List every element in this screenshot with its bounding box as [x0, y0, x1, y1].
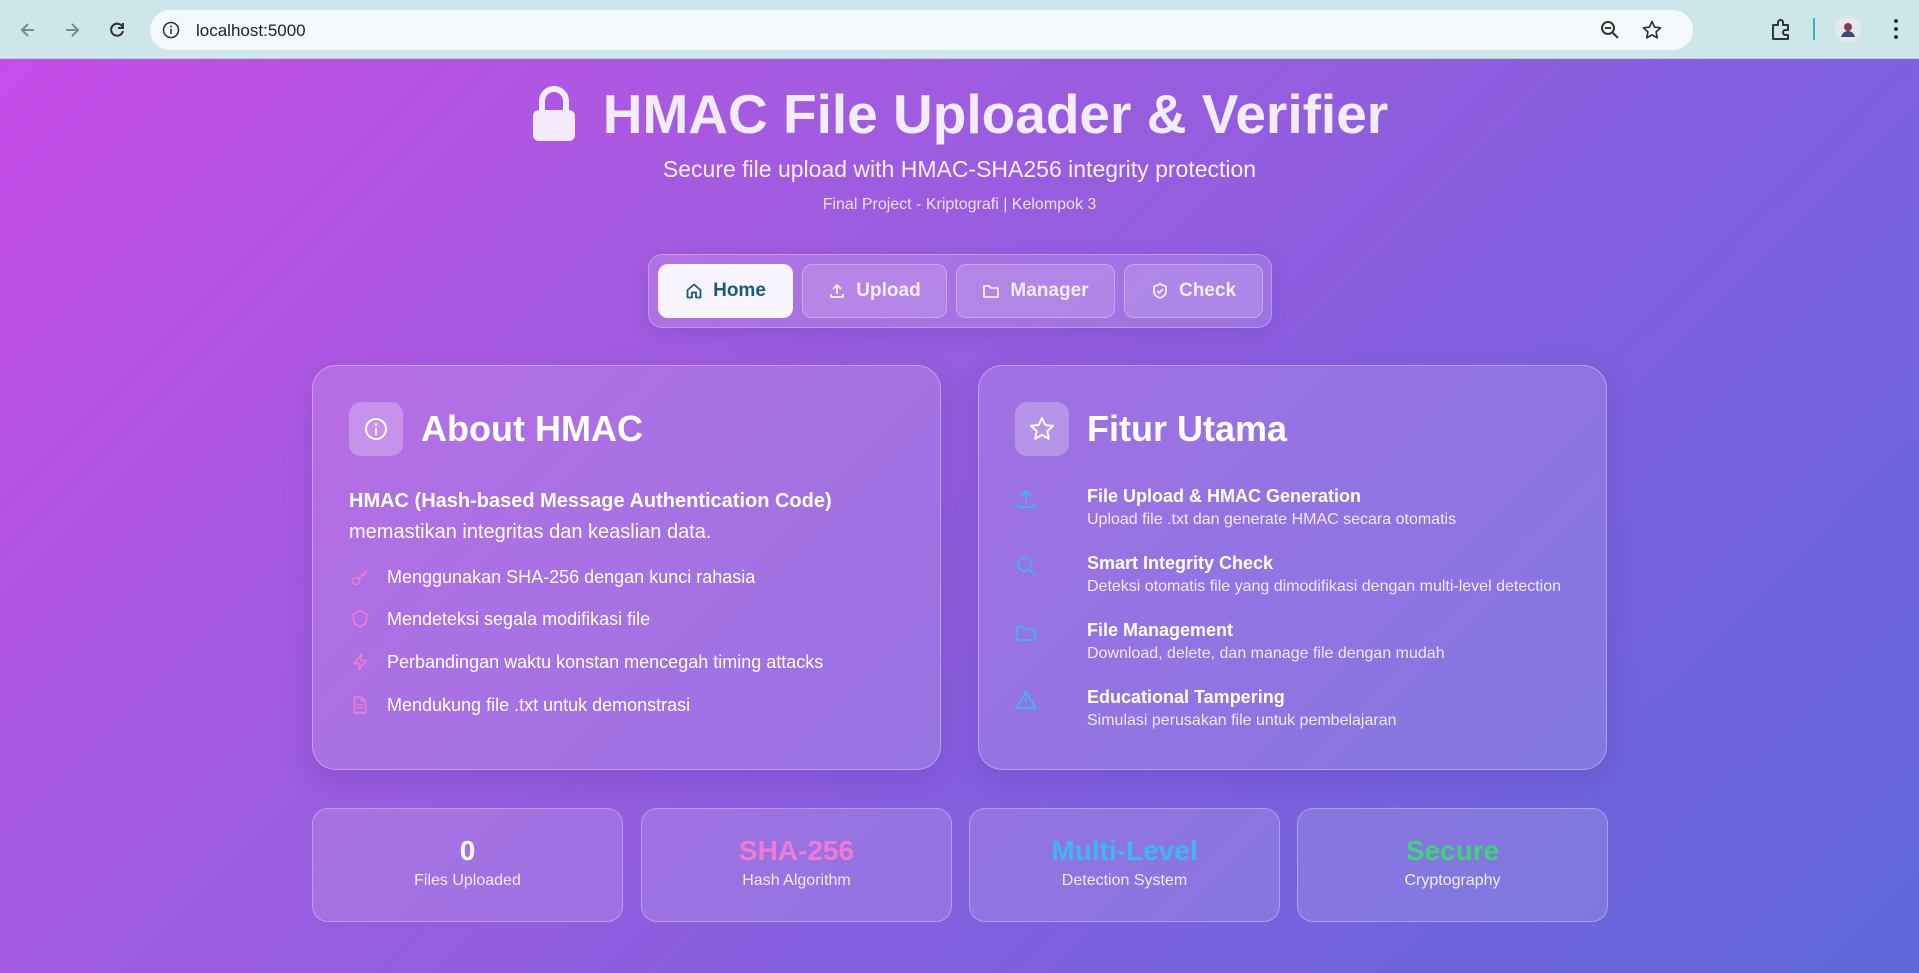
feature-title: File Upload & HMAC Generation: [1087, 486, 1362, 506]
stat-label: Detection System: [1061, 872, 1188, 889]
about-item-text: Mendeteksi segala modifikasi file: [387, 608, 651, 629]
stat-value: Secure: [1405, 835, 1500, 866]
page-body: HMAC File Uploader & Verifier Secure fil…: [0, 59, 1919, 973]
feature-desc: Deteksi otomatis file yang dimodifikasi …: [1087, 578, 1562, 595]
stat-label: Cryptography: [1404, 872, 1501, 889]
feature-desc: Simulasi perusakan file untuk pembelajar…: [1087, 712, 1397, 729]
nav-home-label: Home: [713, 280, 766, 301]
document-icon: [349, 694, 371, 716]
nav-check-label: Check: [1178, 280, 1237, 301]
nav-manager-label: Manager: [1010, 280, 1089, 301]
nav-upload-label: Upload: [856, 280, 921, 301]
profile-avatar[interactable]: [1835, 16, 1861, 42]
menu-icon[interactable]: [1886, 16, 1906, 42]
browser-toolbar: localhost:5000: [0, 0, 1919, 59]
folder-icon: [1015, 622, 1039, 646]
site-info-icon[interactable]: [160, 19, 182, 41]
about-item-text: Perbandingan waktu konstan mencegah timi…: [387, 651, 824, 672]
about-title: About HMAC: [421, 408, 643, 449]
key-icon: [349, 566, 371, 588]
warning-icon: [1015, 689, 1039, 713]
home-icon: [686, 283, 702, 299]
extensions-icon[interactable]: [1768, 17, 1794, 43]
bookmark-star-icon[interactable]: [1641, 19, 1663, 41]
stat-value: Multi-Level: [1051, 835, 1198, 866]
stat-cryptography: Secure Cryptography: [1297, 808, 1608, 922]
reload-button[interactable]: [101, 14, 133, 46]
list-item: Mendukung file .txt untuk demonstrasi: [349, 690, 909, 720]
forward-button[interactable]: [56, 14, 88, 46]
list-item: Perbandingan waktu konstan mencegah timi…: [349, 647, 909, 677]
page-title-text: HMAC File Uploader & Verifier: [602, 83, 1389, 145]
stat-label: Hash Algorithm: [742, 872, 851, 889]
about-lead-bold: HMAC (Hash-based Message Authentication …: [349, 490, 832, 512]
address-bar[interactable]: localhost:5000: [150, 10, 1693, 50]
reload-icon: [110, 22, 124, 37]
feature-title: Smart Integrity Check: [1087, 553, 1274, 573]
feature-title: File Management: [1087, 620, 1234, 640]
shield-check-icon: [1153, 283, 1167, 299]
stat-detection-system: Multi-Level Detection System: [969, 808, 1280, 922]
nav-upload-button[interactable]: Upload: [802, 264, 947, 318]
back-button[interactable]: [12, 14, 44, 46]
nav-manager-button[interactable]: Manager: [956, 264, 1115, 318]
star-icon: [1015, 402, 1069, 456]
list-item: Menggunakan SHA-256 dengan kunci rahasia: [349, 562, 909, 592]
page-subtitle: Secure file upload with HMAC-SHA256 inte…: [662, 156, 1257, 182]
folder-icon: [983, 285, 1000, 298]
about-lead-rest: memastikan integritas dan keaslian data.: [349, 521, 712, 543]
stat-hash-algorithm: SHA-256 Hash Algorithm: [641, 808, 952, 922]
project-info: Final Project - Kriptografi | Kelompok 3: [822, 196, 1097, 213]
upload-icon: [830, 284, 845, 298]
list-item: Mendeteksi segala modifikasi file: [349, 604, 909, 634]
about-card: About HMAC HMAC (Hash-based Message Auth…: [312, 365, 941, 770]
shield-icon: [349, 608, 371, 630]
info-icon: [349, 402, 403, 456]
nav-home-button[interactable]: Home: [658, 264, 793, 318]
features-card: Fitur Utama File Upload & HMAC Generatio…: [978, 365, 1607, 770]
lock-icon: [532, 86, 575, 141]
arrow-right-icon: [66, 23, 80, 37]
feature-desc: Upload file .txt dan generate HMAC secar…: [1087, 511, 1457, 528]
zoom-icon[interactable]: [1599, 19, 1621, 41]
url-text[interactable]: localhost:5000: [196, 21, 306, 41]
about-item-text: Menggunakan SHA-256 dengan kunci rahasia: [387, 566, 756, 587]
stat-label: Files Uploaded: [414, 872, 521, 889]
search-icon: [1015, 555, 1039, 579]
toolbar-divider: [1813, 18, 1815, 40]
about-lead: HMAC (Hash-based Message Authentication …: [349, 486, 909, 548]
features-title: Fitur Utama: [1087, 408, 1288, 449]
nav-check-button[interactable]: Check: [1124, 264, 1263, 318]
lightning-icon: [349, 651, 371, 673]
page-title: HMAC File Uploader & Verifier: [0, 79, 1919, 149]
feature-title: Educational Tampering: [1087, 687, 1285, 707]
about-item-text: Mendukung file .txt untuk demonstrasi: [387, 694, 691, 715]
arrow-left-icon: [20, 23, 34, 37]
feature-desc: Download, delete, dan manage file dengan…: [1087, 645, 1445, 662]
stat-value: SHA-256: [738, 835, 855, 866]
stat-value: 0: [459, 835, 476, 866]
main-nav: Home Upload Manager Check: [648, 254, 1272, 328]
upload-icon: [1015, 488, 1039, 512]
stat-files-uploaded: 0 Files Uploaded: [312, 808, 623, 922]
